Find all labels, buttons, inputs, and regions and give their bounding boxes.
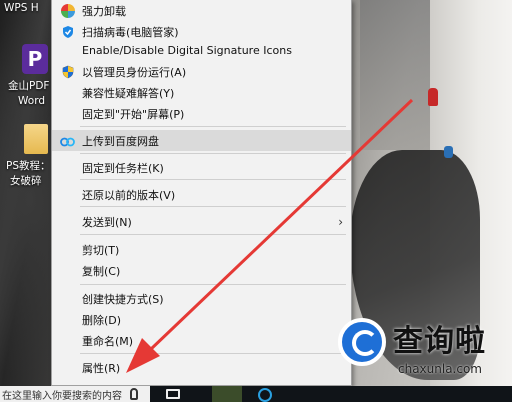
menu-item-label: 重命名(M) <box>82 334 134 348</box>
menu-item-copy[interactable]: 复制(C) <box>52 260 351 281</box>
menu-item-pin-taskbar[interactable]: 固定到任务栏(K) <box>52 157 351 178</box>
menu-item-properties[interactable]: 属性(R) <box>52 357 351 378</box>
watermark-logo-icon <box>338 318 386 366</box>
menu-separator <box>80 206 346 207</box>
baidu-cloud-icon <box>60 133 75 148</box>
menu-separator <box>80 179 346 180</box>
menu-separator <box>80 284 346 285</box>
menu-separator <box>80 153 346 154</box>
menu-item-label: 固定到"开始"屏幕(P) <box>82 107 185 121</box>
desktop-icon-label-ps-1: PS教程： <box>6 160 51 172</box>
menu-item-rename[interactable]: 重命名(M) <box>52 330 351 351</box>
taskbar-app-icon[interactable] <box>212 386 242 402</box>
menu-item-label: 删除(D) <box>82 313 122 327</box>
menu-separator <box>80 234 346 235</box>
menu-item-label: 复制(C) <box>82 264 121 278</box>
menu-item-force-uninstall[interactable]: 强力卸载 <box>52 0 351 21</box>
menu-separator <box>80 353 346 354</box>
desktop-icon-label-ps-2: 女破碎 <box>10 175 42 187</box>
watermark-url: chaxunla.com <box>398 362 482 376</box>
menu-item-create-shortcut[interactable]: 创建快捷方式(S) <box>52 288 351 309</box>
menu-item-label: 创建快捷方式(S) <box>82 292 164 306</box>
menu-item-label: 上传到百度网盘 <box>82 134 159 148</box>
menu-item-label: 扫描病毒(电脑管家) <box>82 25 179 39</box>
watermark-name: 查询啦 <box>393 324 486 359</box>
menu-item-send-to[interactable]: 发送到(N) › <box>52 211 351 232</box>
menu-item-label: 属性(R) <box>82 361 121 375</box>
menu-item-label: 强力卸载 <box>82 4 126 18</box>
menu-item-upload-baidu[interactable]: 上传到百度网盘 <box>52 130 351 151</box>
shield-icon <box>60 24 75 39</box>
menu-item-cut[interactable]: 剪切(T) <box>52 239 351 260</box>
uac-shield-icon <box>60 64 75 79</box>
menu-item-restore-previous[interactable]: 还原以前的版本(V) <box>52 184 351 205</box>
wallpaper-climber-blue <box>444 146 453 158</box>
menu-item-digital-signature[interactable]: Enable/Disable Digital Signature Icons <box>52 40 351 61</box>
pdf-app-icon[interactable]: P <box>22 44 48 74</box>
microphone-icon[interactable] <box>130 388 138 400</box>
menu-item-label: 以管理员身份运行(A) <box>82 65 187 79</box>
menu-item-run-as-admin[interactable]: 以管理员身份运行(A) <box>52 61 351 82</box>
menu-item-compatibility[interactable]: 兼容性疑难解答(Y) <box>52 82 351 103</box>
chevron-right-icon: › <box>338 214 343 229</box>
menu-item-scan-virus[interactable]: 扫描病毒(电脑管家) <box>52 21 351 42</box>
menu-item-label: Enable/Disable Digital Signature Icons <box>82 44 292 57</box>
menu-item-delete[interactable]: 删除(D) <box>52 309 351 330</box>
desktop-icon-label-pdf-1: 金山PDF <box>8 80 50 92</box>
taskbar-browser-icon[interactable] <box>258 388 272 402</box>
menu-item-pin-start[interactable]: 固定到"开始"屏幕(P) <box>52 103 351 124</box>
menu-item-label: 剪切(T) <box>82 243 120 257</box>
menu-item-label: 兼容性疑难解答(Y) <box>82 86 175 100</box>
menu-item-label: 发送到(N) <box>82 215 132 229</box>
taskbar-search-placeholder: 在这里输入你要搜索的内容 <box>2 391 122 402</box>
wallpaper-climber-red <box>428 88 438 106</box>
desktop-icon-label-pdf-2: Word <box>18 95 45 107</box>
pinwheel-icon <box>60 3 75 18</box>
menu-item-label: 还原以前的版本(V) <box>82 188 176 202</box>
folder-icon[interactable] <box>24 124 48 154</box>
task-view-icon[interactable] <box>166 389 180 399</box>
desktop-icon-label-wps[interactable]: WPS H <box>4 2 39 15</box>
context-menu: 强力卸载 扫描病毒(电脑管家) Enable/Disable Digital S… <box>51 0 352 386</box>
menu-separator <box>80 126 346 127</box>
menu-item-label: 固定到任务栏(K) <box>82 161 164 175</box>
